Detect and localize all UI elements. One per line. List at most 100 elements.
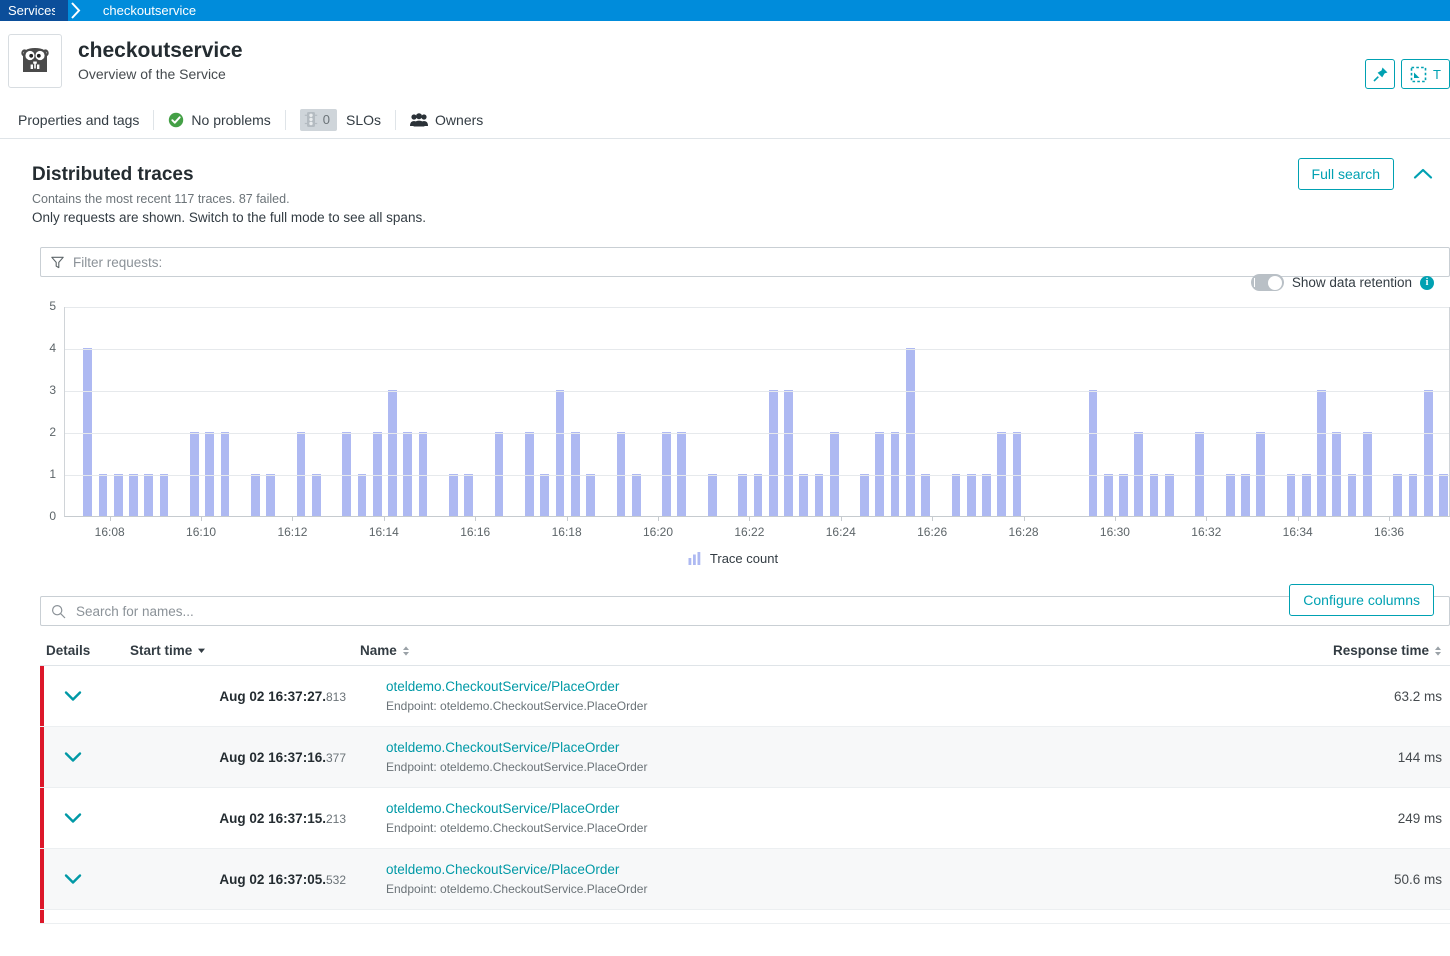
- chart-bar[interactable]: [342, 432, 352, 516]
- chart-bar[interactable]: [951, 474, 961, 516]
- chart-bar[interactable]: [586, 474, 595, 516]
- chart-bar[interactable]: [1362, 432, 1372, 516]
- chart-bar[interactable]: [875, 432, 885, 516]
- chart-bar[interactable]: [860, 474, 870, 516]
- chart-bar[interactable]: [997, 432, 1007, 516]
- full-search-button[interactable]: Full search: [1297, 158, 1394, 190]
- chart-bar[interactable]: [418, 432, 428, 516]
- chart-bar[interactable]: [129, 474, 138, 516]
- chart-bar[interactable]: [1256, 432, 1266, 516]
- trace-name-link[interactable]: oteldemo.CheckoutService/PlaceOrder: [386, 678, 1260, 696]
- info-icon[interactable]: i: [1420, 275, 1434, 290]
- chart-bar[interactable]: [966, 474, 976, 516]
- chart-bar[interactable]: [296, 432, 306, 516]
- chart-bar[interactable]: [1423, 390, 1433, 516]
- chart-bar[interactable]: [388, 390, 397, 516]
- chart-bar[interactable]: [1088, 390, 1098, 516]
- chart-bar[interactable]: [631, 474, 641, 516]
- chart-bar[interactable]: [1438, 474, 1448, 516]
- filter-requests-field[interactable]: Filter requests:: [40, 247, 1450, 277]
- expand-row-button[interactable]: [64, 812, 82, 824]
- chart-bar[interactable]: [1408, 474, 1418, 516]
- chart-bar[interactable]: [464, 474, 474, 516]
- subnav-item-slos[interactable]: 0 SLOs: [286, 108, 395, 131]
- chart-bar[interactable]: [616, 432, 626, 516]
- search-names-field[interactable]: Search for names...: [40, 596, 1450, 626]
- chart-bar[interactable]: [1347, 474, 1357, 516]
- chart-bar[interactable]: [525, 432, 534, 516]
- expand-row-button[interactable]: [64, 690, 82, 702]
- chart-bar[interactable]: [707, 474, 717, 516]
- chart-bar[interactable]: [753, 474, 763, 516]
- chart-bar[interactable]: [1103, 474, 1113, 516]
- chart-plot-area[interactable]: [64, 307, 1450, 517]
- expand-row-button[interactable]: [64, 873, 82, 885]
- chart-bar[interactable]: [1332, 432, 1342, 516]
- chart-bar[interactable]: [1317, 390, 1326, 516]
- configure-columns-button[interactable]: Configure columns: [1289, 584, 1434, 616]
- chart-bar[interactable]: [738, 474, 748, 516]
- show-data-retention-toggle[interactable]: [1250, 274, 1284, 291]
- breadcrumb-item-current[interactable]: checkoutservice: [81, 0, 196, 21]
- subnav-item-owners[interactable]: Owners: [396, 109, 497, 131]
- chart-bar[interactable]: [921, 474, 930, 516]
- collapse-panel-button[interactable]: [1412, 166, 1434, 182]
- chart-bar[interactable]: [205, 432, 215, 516]
- table-row[interactable]: Aug 02 16:37:16.377 oteldemo.CheckoutServ…: [40, 727, 1450, 788]
- chart-bar[interactable]: [890, 432, 900, 516]
- chart-bar[interactable]: [829, 432, 839, 516]
- chart-bar[interactable]: [250, 474, 260, 516]
- table-row[interactable]: [40, 910, 1450, 924]
- chart-bar[interactable]: [1393, 474, 1403, 516]
- chart-bar[interactable]: [190, 432, 199, 516]
- table-row[interactable]: Aug 02 16:37:05.532 oteldemo.CheckoutServ…: [40, 849, 1450, 910]
- chart-bar[interactable]: [311, 474, 321, 516]
- chart-bar[interactable]: [1149, 474, 1159, 516]
- subnav-item-properties-and-tags[interactable]: Properties and tags: [18, 109, 153, 131]
- chart-bar[interactable]: [372, 432, 382, 516]
- chart-bar[interactable]: [1225, 474, 1235, 516]
- chart-bar[interactable]: [448, 474, 458, 516]
- pin-button[interactable]: [1365, 59, 1396, 89]
- expand-row-button[interactable]: [64, 751, 82, 763]
- chart-bar[interactable]: [905, 348, 915, 516]
- chart-bar[interactable]: [159, 474, 169, 516]
- chart-bar[interactable]: [768, 390, 778, 516]
- table-row[interactable]: Aug 02 16:37:15.213 oteldemo.CheckoutServ…: [40, 788, 1450, 849]
- chart-bar[interactable]: [1240, 474, 1250, 516]
- column-header-response-time[interactable]: Response time: [1260, 643, 1450, 658]
- chart-bar[interactable]: [677, 432, 687, 516]
- chart-bar[interactable]: [1012, 432, 1022, 516]
- chart-bar[interactable]: [784, 390, 793, 516]
- chart-bar[interactable]: [540, 474, 550, 516]
- chart-bar[interactable]: [570, 432, 580, 516]
- chart-bar[interactable]: [1195, 432, 1205, 516]
- table-row[interactable]: Aug 02 16:37:27.813 oteldemo.CheckoutServ…: [40, 666, 1450, 727]
- column-header-start-time[interactable]: Start time: [130, 643, 360, 658]
- chart-bar[interactable]: [220, 432, 230, 516]
- subnav-item-no-problems[interactable]: No problems: [154, 109, 284, 131]
- chart-bar[interactable]: [266, 474, 276, 516]
- chart-bar[interactable]: [403, 432, 413, 516]
- chart-bar[interactable]: [555, 390, 565, 516]
- chart-bar[interactable]: [83, 348, 93, 516]
- chart-bar[interactable]: [982, 474, 991, 516]
- chart-bar[interactable]: [98, 474, 108, 516]
- chart-bar[interactable]: [494, 432, 504, 516]
- chart-bar[interactable]: [814, 474, 824, 516]
- trace-name-link[interactable]: oteldemo.CheckoutService/PlaceOrder: [386, 800, 1260, 818]
- chart-bar[interactable]: [1301, 474, 1311, 516]
- chart-bar[interactable]: [1134, 432, 1144, 516]
- chart-bar[interactable]: [662, 432, 672, 516]
- chart-bar[interactable]: [1164, 474, 1174, 516]
- trace-name-link[interactable]: oteldemo.CheckoutService/PlaceOrder: [386, 739, 1260, 757]
- column-header-name[interactable]: Name: [360, 643, 1260, 658]
- chart-bar[interactable]: [799, 474, 809, 516]
- chart-bar[interactable]: [1119, 474, 1128, 516]
- chart-bar[interactable]: [357, 474, 367, 516]
- trace-name-link[interactable]: oteldemo.CheckoutService/PlaceOrder: [386, 861, 1260, 879]
- chart-bar[interactable]: [1286, 474, 1296, 516]
- chart-bar[interactable]: [144, 474, 154, 516]
- select-region-button[interactable]: T: [1401, 59, 1450, 89]
- chart-bar[interactable]: [113, 474, 123, 516]
